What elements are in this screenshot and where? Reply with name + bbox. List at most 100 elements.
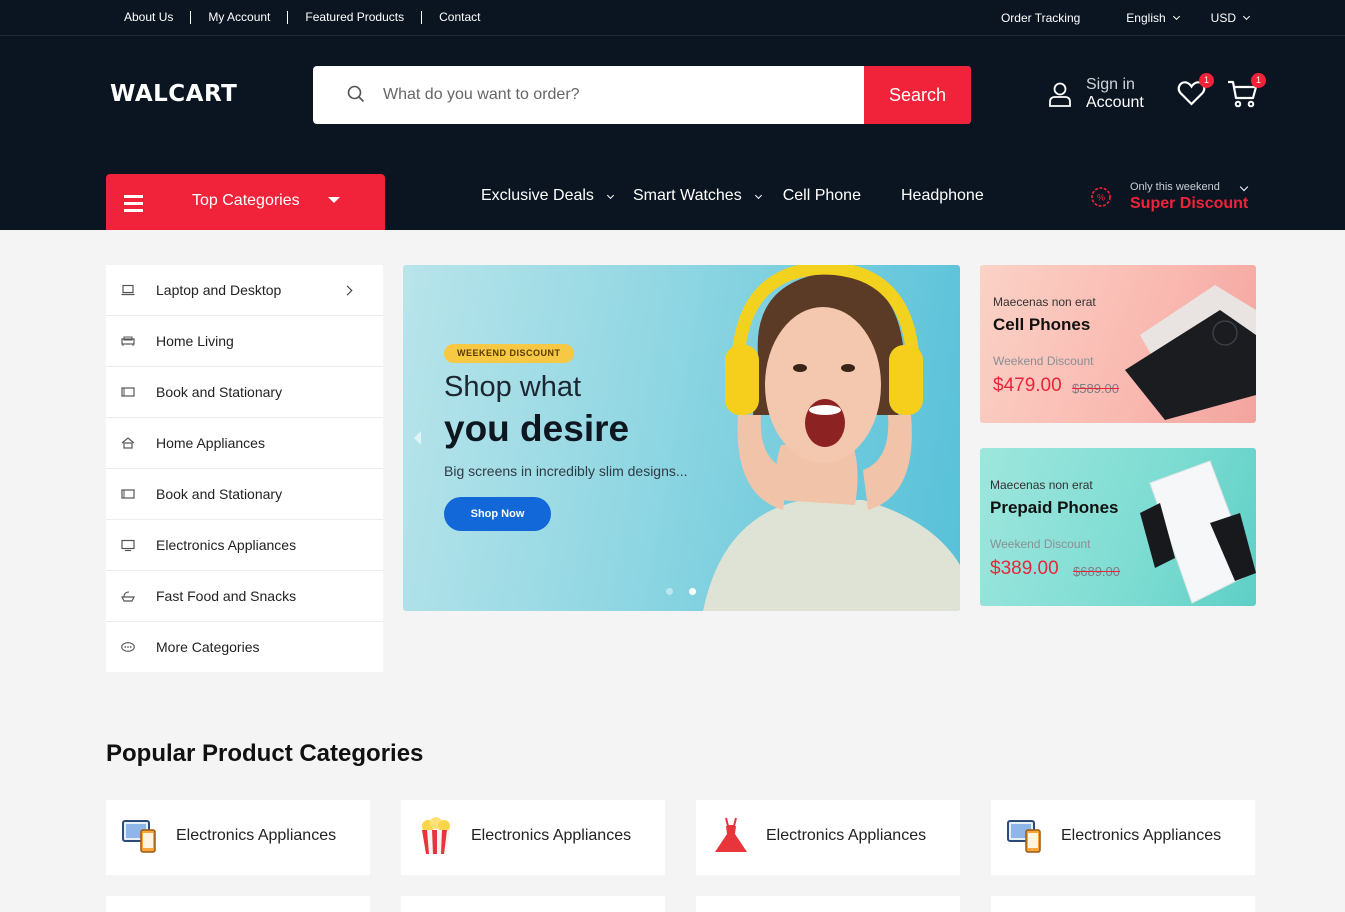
sidebar-item-label: Home Appliances (156, 435, 265, 451)
banner-weekend-label: Weekend Discount (993, 354, 1094, 368)
search-button[interactable]: Search (864, 66, 971, 124)
nav-headphone[interactable]: Headphone (901, 187, 984, 205)
category-card[interactable] (991, 896, 1255, 912)
language-label: English (1126, 11, 1166, 25)
slider-dot-active[interactable] (689, 588, 696, 595)
top-bar: About Us My Account Featured Products Co… (0, 0, 1345, 36)
sidebar-item-home-living[interactable]: Home Living (106, 316, 383, 367)
caret-down-icon (328, 197, 340, 203)
chevron-down-icon (606, 191, 614, 199)
svg-text:%: % (1097, 193, 1105, 203)
sidebar-item-fast-food[interactable]: Fast Food and Snacks (106, 571, 383, 622)
cell-phones-banner[interactable]: Maecenas non erat Cell Phones Weekend Di… (980, 265, 1256, 423)
category-card[interactable]: Electronics Appliances (696, 800, 960, 875)
banner-old-price: $689.00 (1073, 564, 1120, 579)
category-card[interactable]: Electronics Appliances (401, 800, 665, 875)
category-card[interactable] (106, 896, 370, 912)
sidebar-item-label: More Categories (156, 639, 260, 655)
more-icon (121, 642, 135, 652)
category-card[interactable]: Electronics Appliances (106, 800, 370, 875)
nav-label: Exclusive Deals (481, 187, 594, 204)
sidebar-item-book-stationary-2[interactable]: Book and Stationary (106, 469, 383, 520)
sidebar-item-label: Home Living (156, 333, 234, 349)
sofa-icon (121, 336, 135, 346)
wishlist-count-badge: 1 (1199, 73, 1214, 88)
category-card-label: Electronics Appliances (471, 827, 632, 844)
sidebar-item-book-stationary[interactable]: Book and Stationary (106, 367, 383, 418)
account-line2: Account (1086, 94, 1144, 111)
sidebar-item-label: Fast Food and Snacks (156, 588, 297, 604)
banner-price: $479.00 (993, 375, 1062, 396)
search-input[interactable] (383, 66, 863, 124)
sidebar-item-laptop-desktop[interactable]: Laptop and Desktop (106, 265, 383, 316)
nav-label: Smart Watches (632, 187, 742, 204)
hero-description: Big screens in incredibly slim designs..… (444, 463, 688, 479)
banner-weekend-label: Weekend Discount (990, 537, 1091, 551)
devices-icon (122, 820, 156, 853)
chevron-right-icon (342, 285, 353, 296)
featured-products-link[interactable]: Featured Products (287, 11, 421, 24)
sidebar-item-label: Electronics Appliances (156, 537, 297, 553)
popular-categories-title: Popular Product Categories (106, 740, 424, 767)
sidebar-item-home-appliances[interactable]: Home Appliances (106, 418, 383, 469)
top-categories-button[interactable]: Top Categories (106, 174, 385, 230)
laptop-icon (121, 284, 135, 296)
account-line1: Sign in (1086, 76, 1135, 93)
book-icon (121, 387, 135, 397)
category-card-label: Electronics Appliances (1061, 827, 1222, 844)
promo-small-text: Only this weekend (1130, 181, 1220, 193)
cart-count-badge: 1 (1251, 73, 1266, 88)
phone-image (1125, 285, 1256, 420)
category-card[interactable]: Electronics Appliances (991, 800, 1255, 875)
hero-headline-line1: Shop what (444, 371, 582, 403)
category-sidebar: Laptop and Desktop Home Living Book and … (106, 265, 383, 672)
hero-slider: WEEKEND DISCOUNT Shop what you desire Bi… (403, 265, 960, 611)
banner-title: Prepaid Phones (990, 498, 1119, 517)
sidebar-item-more-categories[interactable]: More Categories (106, 622, 383, 672)
shop-now-button[interactable]: Shop Now (444, 497, 551, 531)
nav-label: Cell Phone (782, 187, 861, 204)
book-icon (121, 489, 135, 499)
language-select[interactable]: English (1126, 11, 1180, 25)
order-tracking-link[interactable]: Order Tracking (1001, 11, 1080, 25)
nav-cell-phone[interactable]: Cell Phone (783, 187, 861, 205)
user-icon (1049, 82, 1071, 107)
top-right: Order Tracking English USD (1001, 11, 1251, 25)
banner-price: $389.00 (990, 558, 1059, 579)
cart-button[interactable]: 1 (1227, 73, 1266, 113)
sidebar-item-electronics-appliances[interactable]: Electronics Appliances (106, 520, 383, 571)
prepaid-phones-banner[interactable]: Maecenas non erat Prepaid Phones Weekend… (980, 448, 1256, 606)
currency-select[interactable]: USD (1211, 11, 1251, 25)
my-account-link[interactable]: My Account (190, 11, 287, 24)
slider-dot[interactable] (666, 588, 673, 595)
main-nav: Exclusive Deals Smart Watches Cell Phone… (481, 187, 984, 205)
dress-icon (715, 817, 747, 852)
about-us-link[interactable]: About Us (106, 11, 190, 24)
nav-smart-watches[interactable]: Smart Watches (632, 187, 762, 205)
logo[interactable]: WALCART (110, 81, 237, 107)
category-card[interactable] (696, 896, 960, 912)
category-card[interactable] (401, 896, 665, 912)
monitor-icon (121, 539, 135, 552)
popcorn-icon (422, 817, 450, 854)
chevron-down-icon (754, 191, 762, 199)
nav-exclusive-deals[interactable]: Exclusive Deals (481, 187, 614, 205)
top-categories-label: Top Categories (192, 192, 300, 209)
sidebar-item-label: Book and Stationary (156, 486, 283, 502)
account-link[interactable]: Sign in Account (1048, 76, 1144, 112)
chevron-down-icon (1172, 12, 1180, 21)
food-icon (121, 591, 135, 602)
sidebar-item-label: Laptop and Desktop (156, 282, 282, 298)
banner-kicker: Maecenas non erat (990, 478, 1093, 492)
promo-big-text: Super Discount (1130, 195, 1249, 212)
house-icon (121, 437, 135, 449)
discount-icon: % (1091, 187, 1111, 207)
contact-link[interactable]: Contact (421, 11, 497, 24)
weekend-discount-tag: WEEKEND DISCOUNT (444, 344, 574, 363)
wishlist-button[interactable]: 1 (1177, 73, 1214, 111)
sidebar-item-label: Book and Stationary (156, 384, 283, 400)
category-card-label: Electronics Appliances (176, 827, 337, 844)
category-card-label: Electronics Appliances (766, 827, 927, 844)
slider-prev-arrow-icon[interactable] (414, 431, 421, 445)
main-header: WALCART Search Sign in Account 1 1 Top C… (0, 36, 1345, 230)
